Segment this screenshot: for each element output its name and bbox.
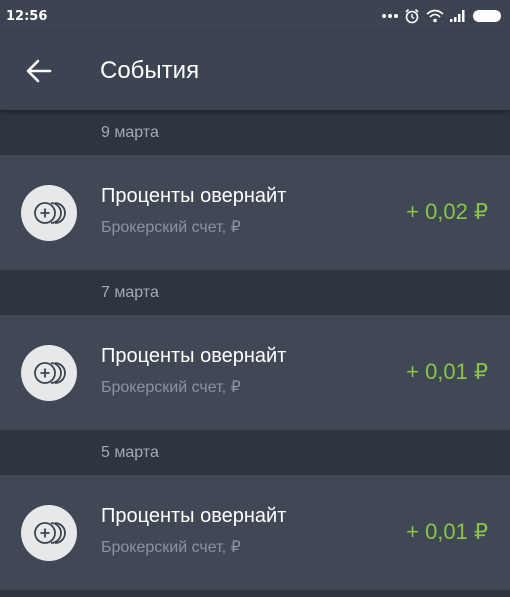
alarm-icon: [405, 8, 419, 24]
coins-plus-icon: [21, 344, 77, 401]
event-text: Проценты овернайт Брокерский счет, ₽: [101, 503, 286, 557]
event-title: Проценты овернайт: [101, 505, 287, 527]
page-title: События: [100, 57, 200, 84]
event-title: Проценты овернайт: [101, 185, 287, 207]
event-row[interactable]: Проценты овернайт Брокерский счет, ₽ + 0…: [0, 155, 510, 270]
date-header: 5 марта: [0, 430, 510, 475]
back-button[interactable]: [24, 56, 54, 86]
more-dots-icon: [382, 14, 398, 18]
list-bottom-divider: [0, 590, 510, 597]
date-header: 9 марта: [0, 110, 510, 155]
event-text: Проценты овернайт Брокерский счет, ₽: [101, 343, 286, 397]
date-label: 9 марта: [101, 123, 159, 141]
events-list: 9 марта Проценты овернайт Брокерский сче…: [0, 110, 510, 597]
date-label: 5 марта: [101, 443, 159, 461]
app-bar: События: [0, 32, 510, 110]
event-row[interactable]: Проценты овернайт Брокерский счет, ₽ + 0…: [0, 315, 510, 430]
event-amount: + 0,01 ₽: [406, 519, 488, 544]
event-title: Проценты овернайт: [101, 345, 287, 367]
event-subtitle: Брокерский счет, ₽: [101, 219, 241, 236]
event-amount: + 0,02 ₽: [406, 199, 488, 224]
battery-icon: [473, 10, 501, 22]
wifi-icon: [426, 9, 444, 23]
event-text: Проценты овернайт Брокерский счет, ₽: [101, 183, 286, 237]
date-label: 7 марта: [101, 283, 159, 301]
status-time: 12:56: [6, 8, 48, 24]
status-icons: [382, 8, 502, 24]
signal-icon: [450, 10, 465, 22]
status-bar: 12:56: [0, 0, 510, 32]
event-row[interactable]: Проценты овернайт Брокерский счет, ₽ + 0…: [0, 475, 510, 590]
event-subtitle: Брокерский счет, ₽: [101, 379, 241, 396]
date-header: 7 марта: [0, 270, 510, 315]
arrow-left-icon: [26, 59, 52, 83]
event-subtitle: Брокерский счет, ₽: [101, 539, 241, 556]
event-amount: + 0,01 ₽: [406, 359, 488, 384]
coins-plus-icon: [21, 504, 77, 561]
coins-plus-icon: [21, 184, 77, 241]
